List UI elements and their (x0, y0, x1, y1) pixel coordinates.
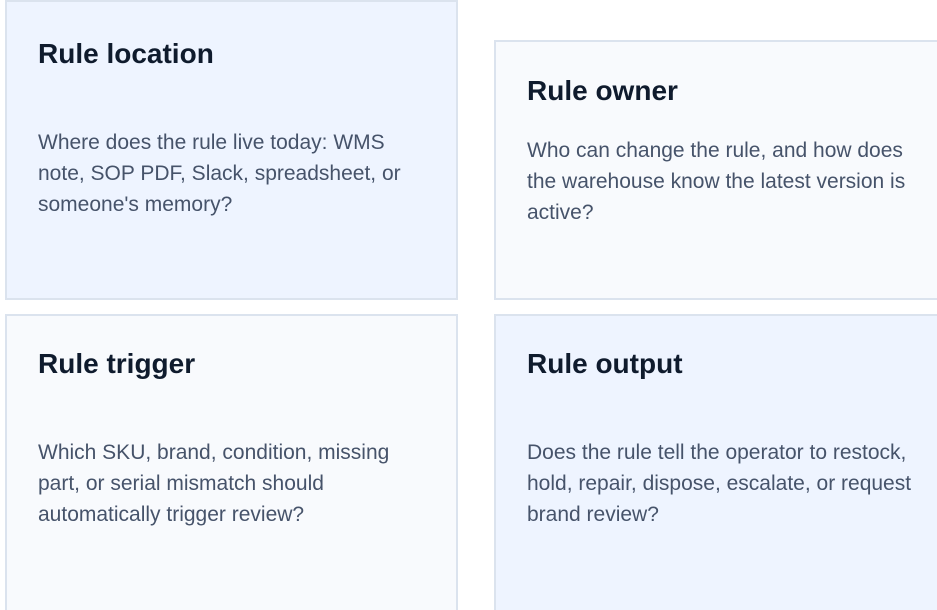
rule-trigger-description: Which SKU, brand, condition, missing par… (38, 441, 390, 526)
rule-trigger-title: Rule trigger (38, 348, 196, 379)
rule-location-card: Rule location Where does the rule live t… (5, 0, 458, 300)
rule-owner-description: Who can change the rule, and how does th… (527, 139, 906, 224)
rule-owner-card: Rule owner Who can change the rule, and … (494, 40, 937, 300)
rule-location-title: Rule location (38, 38, 214, 69)
rule-location-description: Where does the rule live today: WMS note… (38, 131, 401, 216)
rule-output-description: Does the rule tell the operator to resto… (527, 441, 912, 526)
rule-cards-grid: Rule location Where does the rule live t… (0, 0, 937, 610)
rule-trigger-card: Rule trigger Which SKU, brand, condition… (5, 314, 458, 610)
rule-owner-title: Rule owner (527, 75, 678, 106)
rule-output-title: Rule output (527, 348, 683, 379)
rule-output-card: Rule output Does the rule tell the opera… (494, 314, 937, 610)
